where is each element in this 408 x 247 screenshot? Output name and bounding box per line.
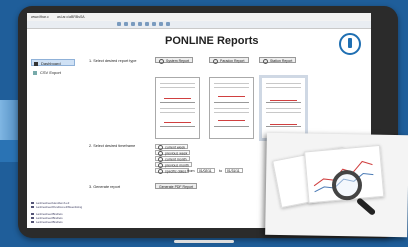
browser-tab[interactable]: asl.ar.c/aBRBsSA: [57, 14, 85, 20]
timeframe-specific-dates[interactable]: specific dates: [155, 168, 190, 174]
file-icon: [31, 221, 34, 223]
report-type-system[interactable]: System Report: [155, 57, 194, 64]
footer-link-label: Lanlinesheet/Pendlosi.e3/Meenlisting: [36, 205, 83, 209]
footer-link[interactable]: Lanlinesheet/Pendlosi.e3/Meenlisting: [31, 205, 82, 209]
forward-icon[interactable]: [124, 22, 128, 26]
sidebar-item-csv-export[interactable]: CSV Export: [31, 69, 75, 76]
timeframe-current-month[interactable]: current month: [155, 156, 190, 162]
bookmark-icon[interactable]: [145, 22, 149, 26]
timeframe-label: current week: [165, 145, 186, 150]
step2-label: 2. Select desired timeframe: [89, 144, 136, 148]
page-title: PONLINE Reports: [165, 35, 259, 47]
export-icon: [33, 70, 37, 75]
radio-icon: [213, 58, 218, 64]
sidebar-item-label: CSV Export: [40, 70, 61, 75]
sidebar-item-dashboard[interactable]: Dashboard: [31, 59, 75, 66]
timeframe-label: specific dates: [165, 169, 187, 174]
generate-pdf-button[interactable]: Generate PDF Report: [155, 183, 198, 189]
footer-link[interactable]: Lanlinesheet/Bindlets: [31, 220, 63, 224]
step3-label: 3. Generate report: [89, 185, 121, 189]
report-type-label: Paradox Report: [220, 59, 245, 63]
timeframe-label: current month: [165, 157, 187, 162]
home-icon: [34, 61, 38, 66]
radio-icon: [159, 58, 164, 64]
report-type-label: Station Report: [270, 59, 293, 63]
file-icon: [31, 217, 34, 219]
share-icon[interactable]: [152, 22, 156, 26]
timeframe-previous-month[interactable]: previous month: [155, 162, 192, 168]
timeframe-previous-week[interactable]: previous week: [155, 150, 191, 156]
step1-label: 1. Select desired report type: [89, 59, 137, 63]
print-icon[interactable]: [159, 22, 163, 26]
back-icon[interactable]: [117, 22, 121, 26]
report-type-paradox[interactable]: Paradox Report: [209, 57, 249, 64]
timeframe-current-week[interactable]: current week: [155, 144, 189, 150]
date-to-input[interactable]: 01/31/11: [225, 168, 243, 173]
date-to-label: to: [219, 169, 223, 173]
timeframe-label: previous week: [165, 151, 188, 156]
reload-icon[interactable]: [131, 22, 135, 26]
home-bar: [174, 240, 234, 243]
browser-toolbar: [27, 21, 371, 29]
file-icon: [31, 213, 34, 215]
magnifier-handle: [355, 197, 377, 217]
browser-tab[interactable]: www.ifbar.c: [31, 14, 49, 20]
report-preview-station[interactable]: [259, 75, 308, 141]
home-icon[interactable]: [138, 22, 142, 26]
date-from-input[interactable]: 01/02/11: [197, 168, 215, 173]
file-icon: [31, 202, 34, 204]
report-preview-system[interactable]: [155, 77, 200, 139]
report-type-station[interactable]: Station Report: [259, 57, 297, 64]
brand-logo-icon: [339, 33, 361, 55]
radio-icon: [263, 58, 268, 64]
report-type-label: System Report: [166, 59, 190, 63]
footer-link-label: Lanlinesheet/Bindlets: [36, 220, 63, 224]
file-icon: [31, 206, 34, 208]
settings-icon[interactable]: [166, 22, 170, 26]
report-magnifier-photo: [265, 132, 408, 238]
radio-icon: [158, 169, 163, 174]
sidebar-item-label: Dashboard: [41, 61, 61, 66]
timeframe-label: previous month: [165, 163, 189, 168]
report-preview-paradox[interactable]: [209, 77, 254, 139]
date-from-label: from: [187, 169, 195, 173]
